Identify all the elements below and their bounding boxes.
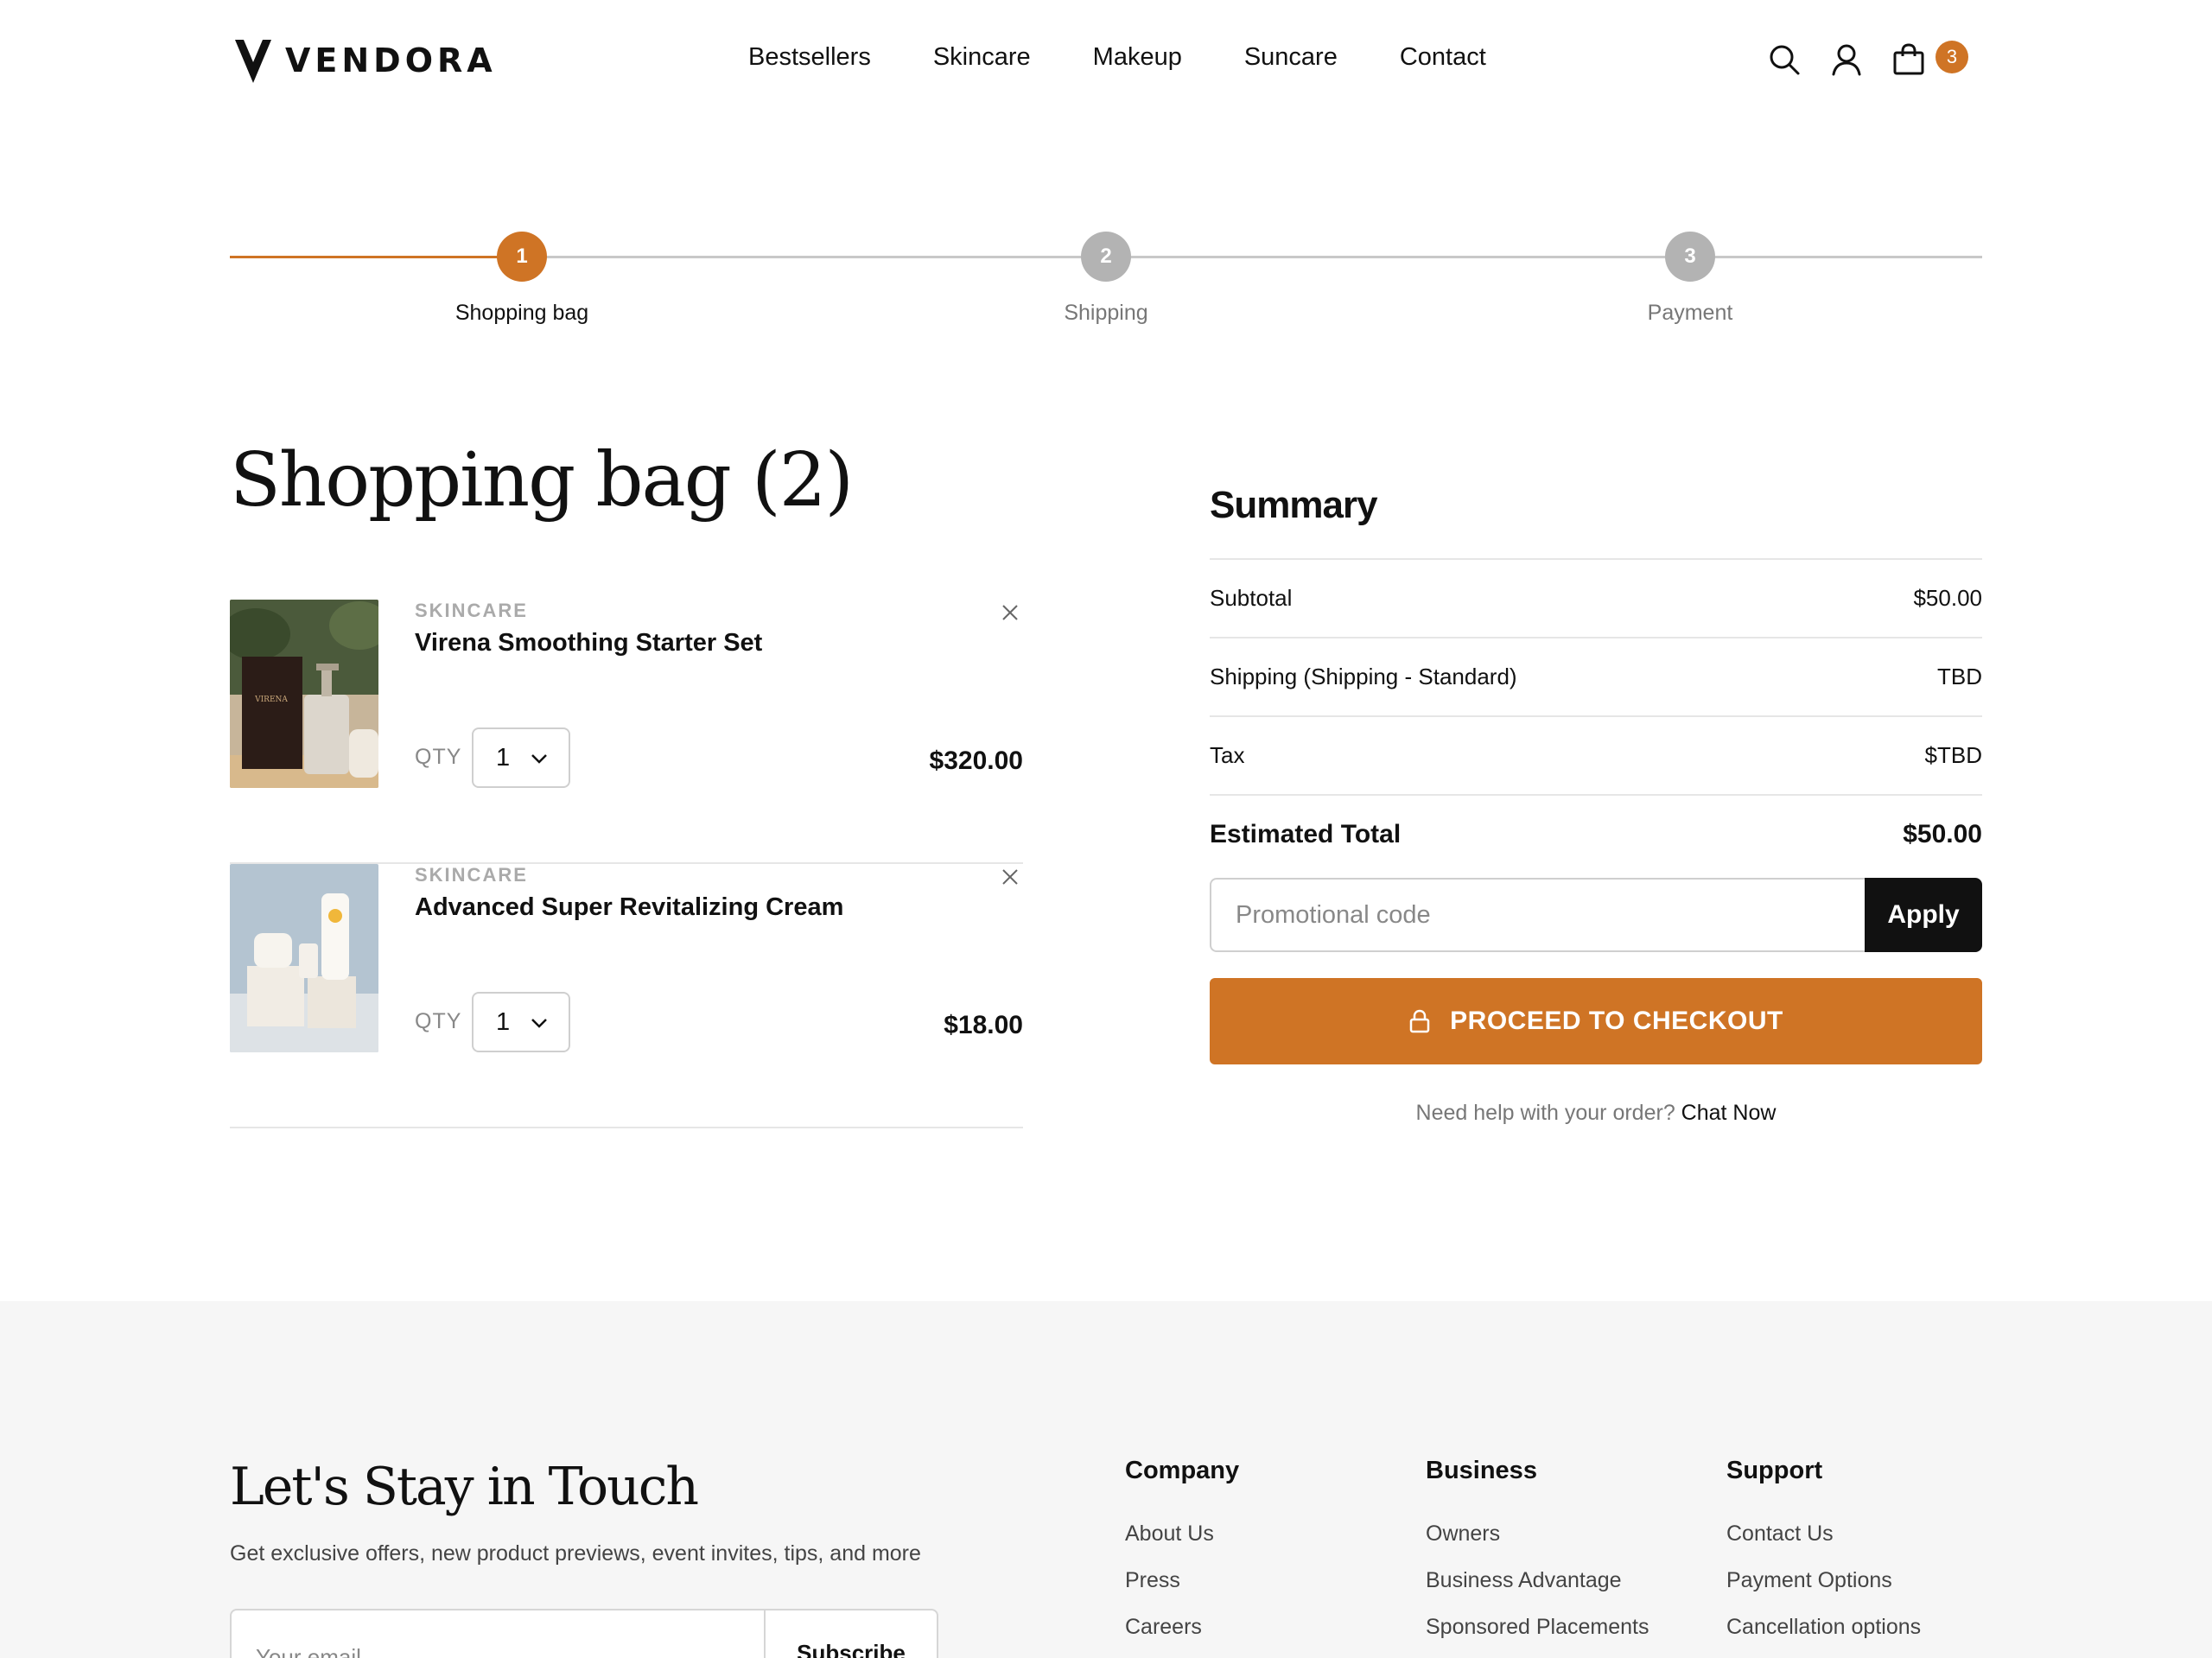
page-title: Shopping bag (2) — [230, 437, 854, 524]
footer-column-support: Support Contact Us Payment Options Cance… — [1726, 1457, 1921, 1658]
footer-link[interactable]: Contact Us — [1726, 1521, 1921, 1568]
summary-value: $TBD — [1924, 742, 1982, 768]
nav-item-skincare[interactable]: Skincare — [933, 43, 1031, 72]
footer-link[interactable]: Payment Options — [1726, 1568, 1921, 1615]
email-input[interactable] — [232, 1610, 764, 1658]
summary-value: $50.00 — [1913, 585, 1982, 611]
step-label: Shipping — [1064, 301, 1148, 325]
step-number: 1 — [497, 232, 547, 282]
qty-label: QTY — [415, 745, 462, 769]
product-category: SKINCARE — [415, 600, 528, 621]
chevron-down-icon — [531, 754, 547, 764]
help-text: Need help with your order? Chat Now — [1210, 1101, 1982, 1126]
cart-count-badge: 3 — [1936, 41, 1968, 73]
step-shipping[interactable]: 2 Shipping — [976, 230, 1236, 326]
footer-column-title: Company — [1125, 1457, 1240, 1484]
product-name[interactable]: Advanced Super Revitalizing Cream — [415, 893, 843, 922]
order-summary: Summary Subtotal $50.00 Shipping (Shippi… — [1210, 484, 1982, 1126]
promo-code-form: Apply — [1210, 878, 1982, 952]
quantity-value: 1 — [496, 743, 511, 772]
footer-column-title: Business — [1426, 1457, 1537, 1484]
apply-promo-button[interactable]: Apply — [1865, 878, 1982, 952]
footer-link[interactable]: Owners — [1426, 1521, 1649, 1568]
summary-row-shipping: Shipping (Shipping - Standard) TBD — [1210, 637, 1982, 715]
product-price: $320.00 — [929, 746, 1023, 775]
total-value: $50.00 — [1903, 819, 1982, 848]
qty-label: QTY — [415, 1009, 462, 1033]
bag-item: VIRENA SKINCARE Virena Smoothing Starter… — [230, 600, 1023, 864]
summary-row-tax: Tax $TBD — [1210, 715, 1982, 794]
product-image-brand: VIRENA — [254, 696, 288, 704]
product-category: SKINCARE — [415, 864, 528, 886]
nav-item-bestsellers[interactable]: Bestsellers — [748, 43, 871, 72]
proceed-to-checkout-button[interactable]: PROCEED TO CHECKOUT — [1210, 978, 1982, 1064]
footer-column-title: Support — [1726, 1457, 1823, 1484]
summary-title: Summary — [1210, 484, 1378, 526]
product-price: $18.00 — [944, 1011, 1023, 1039]
footer-link[interactable]: Sponsored Placements — [1426, 1615, 1649, 1658]
chevron-down-icon — [531, 1019, 547, 1028]
newsletter-subtitle: Get exclusive offers, new product previe… — [230, 1541, 921, 1566]
quantity-value: 1 — [496, 1007, 511, 1036]
footer-link[interactable]: About Us — [1125, 1521, 1239, 1568]
footer-link[interactable]: Press — [1125, 1568, 1239, 1615]
main-nav: Bestsellers Skincare Makeup Suncare Cont… — [748, 43, 1486, 72]
newsletter-form: Subscribe — [230, 1609, 938, 1658]
bag-item: SKINCARE Advanced Super Revitalizing Cre… — [230, 864, 1023, 1128]
quantity-select[interactable]: 1 — [472, 727, 570, 788]
site-header: VENDORA Bestsellers Skincare Makeup Sunc… — [0, 0, 2212, 130]
newsletter-title: Let's Stay in Touch — [230, 1457, 699, 1517]
quantity-select[interactable]: 1 — [472, 992, 570, 1052]
subscribe-button[interactable]: Subscribe — [764, 1610, 937, 1658]
vendora-logo-icon — [235, 40, 271, 83]
brand-name: VENDORA — [285, 41, 497, 79]
footer-link[interactable]: Business Advantage — [1426, 1568, 1649, 1615]
checkout-label: PROCEED TO CHECKOUT — [1450, 1007, 1783, 1035]
header-actions: 3 — [1766, 41, 1968, 78]
summary-value: TBD — [1937, 664, 1982, 689]
product-image[interactable] — [230, 864, 378, 1052]
shopping-bag-icon[interactable] — [1891, 41, 1927, 78]
summary-label: Shipping (Shipping - Standard) — [1210, 664, 1517, 689]
site-footer: Let's Stay in Touch Get exclusive offers… — [0, 1301, 2212, 1658]
remove-item-icon[interactable] — [997, 864, 1023, 890]
footer-link[interactable]: Cancellation options — [1726, 1615, 1921, 1658]
brand-logo[interactable]: VENDORA — [233, 36, 497, 85]
remove-item-icon[interactable] — [997, 600, 1023, 626]
footer-link[interactable]: Careers — [1125, 1615, 1239, 1658]
lock-icon — [1409, 1009, 1430, 1033]
step-label: Shopping bag — [454, 301, 589, 325]
summary-row-total: Estimated Total $50.00 — [1210, 794, 1982, 873]
chat-now-link[interactable]: Chat Now — [1681, 1101, 1777, 1125]
step-shopping-bag[interactable]: 1 Shopping bag — [392, 230, 652, 326]
total-label: Estimated Total — [1210, 819, 1402, 848]
summary-label: Subtotal — [1210, 585, 1293, 611]
product-image[interactable]: VIRENA — [230, 600, 378, 788]
nav-item-suncare[interactable]: Suncare — [1244, 43, 1338, 72]
step-number: 3 — [1665, 232, 1715, 282]
product-name[interactable]: Virena Smoothing Starter Set — [415, 629, 762, 657]
footer-column-company: Company About Us Press Careers — [1125, 1457, 1239, 1658]
footer-column-business: Business Owners Business Advantage Spons… — [1426, 1457, 1649, 1658]
checkout-progress: 1 Shopping bag 2 Shipping 3 Payment — [230, 230, 1982, 334]
step-payment[interactable]: 3 Payment — [1560, 230, 1820, 326]
nav-item-makeup[interactable]: Makeup — [1093, 43, 1182, 72]
summary-label: Tax — [1210, 742, 1245, 768]
account-icon[interactable] — [1828, 41, 1865, 78]
nav-item-contact[interactable]: Contact — [1400, 43, 1486, 72]
search-icon[interactable] — [1766, 41, 1802, 78]
step-label: Payment — [1647, 301, 1733, 325]
summary-row-subtotal: Subtotal $50.00 — [1210, 558, 1982, 637]
step-number: 2 — [1081, 232, 1131, 282]
promo-code-input[interactable] — [1210, 878, 1865, 952]
help-question: Need help with your order? — [1415, 1101, 1675, 1125]
